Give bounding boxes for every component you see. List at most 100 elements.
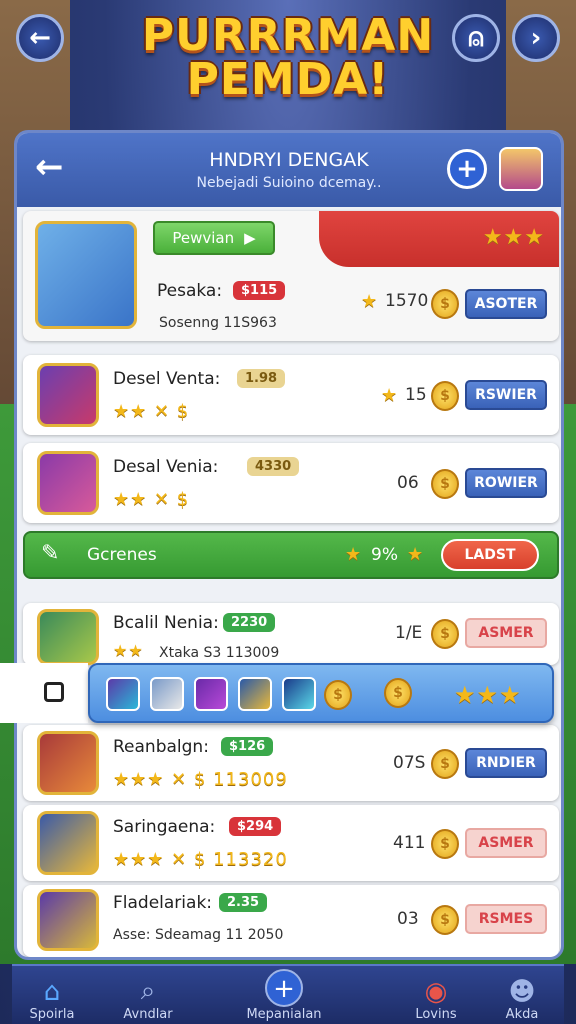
featured-name: Pesaka: <box>157 281 223 301</box>
tab-home[interactable]: ⌂ Spoirla <box>12 977 92 1022</box>
item-value: 1/E <box>395 623 423 643</box>
user-icon: ☻ <box>508 977 536 1007</box>
item-name: Fladelariak: <box>113 893 213 913</box>
featured-value: 1570 <box>385 291 429 311</box>
picker-avatar[interactable] <box>238 677 272 711</box>
item-action-button[interactable]: ASMER <box>465 618 547 648</box>
item-value: 06 <box>397 473 419 493</box>
list-item[interactable]: Reanbalgn: $126 ★★★ ✕ $ 113009 07S $ RND… <box>23 725 559 801</box>
character-thumb <box>37 889 99 951</box>
item-tag: 2.35 <box>219 893 268 912</box>
picker-avatar[interactable] <box>194 677 228 711</box>
list-item[interactable]: Bcalil Nenia: 2230 ★★ Xtaka S3 113009 1/… <box>23 603 559 665</box>
coin-icon: $ <box>431 829 459 859</box>
featured-action-button[interactable]: ASOTER <box>465 289 547 319</box>
coin-icon: $ <box>431 905 459 935</box>
item-name: Desel Venta: <box>113 369 221 389</box>
item-value: 07S <box>393 753 426 773</box>
item-sub: Xtaka S3 113009 <box>159 645 280 661</box>
star-icon: ★ <box>381 385 399 406</box>
search-icon: ⌕ <box>140 976 156 1006</box>
banner-label: Gcrenes <box>87 545 157 565</box>
item-action-button[interactable]: ASMER <box>465 828 547 858</box>
home-icon: ⌂ <box>43 977 61 1007</box>
plus-icon: + <box>456 154 478 184</box>
featured-row[interactable]: Pewvian ▶ ★★★ Pesaka: $115 Sosenng 11S96… <box>23 211 559 341</box>
item-tag: $294 <box>229 817 282 836</box>
banner-stat: 9% <box>371 545 398 565</box>
tab-label: Akda <box>505 1007 539 1022</box>
target-icon: ◉ <box>424 977 448 1007</box>
list-item[interactable]: Desal Venia: 4330 ★★ ✕ $ 06 $ ROWIER <box>23 443 559 523</box>
tab-profile[interactable]: ☻ Akda <box>482 977 562 1022</box>
list-item[interactable]: Saringaena: $294 ★★★ ✕ $ 113320 411 $ AS… <box>23 805 559 881</box>
tab-label: Avndlar <box>123 1007 173 1022</box>
tab-label: Mepanialan <box>246 1007 322 1022</box>
coin-icon: $ <box>384 678 412 708</box>
character-thumb <box>37 811 99 875</box>
banner-star-left-icon: ★ <box>345 544 363 565</box>
item-stars: ★★★ ✕ $ 113320 <box>113 849 288 870</box>
user-avatar[interactable] <box>499 147 543 191</box>
item-value: 03 <box>397 909 419 929</box>
character-thumb <box>37 451 99 515</box>
picker-avatar[interactable] <box>150 677 184 711</box>
featured-character-thumb <box>35 221 137 329</box>
list-item[interactable]: Fladelariak: 2.35 Asse: Sdeamag 11 2050 … <box>23 885 559 957</box>
item-sub: Asse: Sdeamag 11 2050 <box>113 927 284 943</box>
item-name: Desal Venia: <box>113 457 219 477</box>
item-tag: $126 <box>221 737 274 756</box>
play-icon: ▶ <box>244 229 256 247</box>
item-tag: 1.98 <box>237 369 286 388</box>
tab-search[interactable]: ⌕ Avndlar <box>108 976 188 1022</box>
panel-header: ← HNDRYI DENGAK Nebejadi Suioino dcemay.… <box>17 133 561 207</box>
featured-star-icon: ★ <box>361 291 379 312</box>
item-tag: 4330 <box>247 457 300 476</box>
item-value: 411 <box>393 833 426 853</box>
preview-button[interactable]: Pewvian ▶ <box>153 221 275 255</box>
featured-sub: Sosenng 11S963 <box>159 315 277 331</box>
coin-icon: $ <box>431 289 459 319</box>
rewards-banner[interactable]: ✎ Gcrenes ★ 9% ★ LADST <box>23 531 559 579</box>
item-name: Saringaena: <box>113 817 216 837</box>
item-name: Reanbalgn: <box>113 737 209 757</box>
select-checkbox[interactable] <box>44 682 64 702</box>
title-line-1: PURRRMAN <box>141 10 435 61</box>
game-title: PURRRMAN PEMDA! <box>0 14 576 102</box>
title-line-2: PEMDA! <box>186 54 390 105</box>
tab-likes[interactable]: ◉ Lovins <box>396 977 476 1022</box>
featured-stars: ★★★ <box>482 225 545 250</box>
scroll-icon: ✎ <box>41 541 60 566</box>
picker-avatar[interactable] <box>282 677 316 711</box>
coin-icon: $ <box>431 381 459 411</box>
add-button[interactable]: + <box>447 149 487 189</box>
plus-icon: + <box>265 969 303 1007</box>
item-action-button[interactable]: RNDIER <box>465 748 547 778</box>
last-button[interactable]: LADST <box>441 539 539 571</box>
featured-price-tag: $115 <box>233 281 286 300</box>
list-item[interactable]: Desel Venta: 1.98 ★★ ✕ $ ★ 15 $ RSWIER <box>23 355 559 435</box>
main-panel: ← HNDRYI DENGAK Nebejadi Suioino dcemay.… <box>14 130 564 960</box>
picker-avatar[interactable] <box>106 677 140 711</box>
item-value: 15 <box>405 385 427 405</box>
item-action-button[interactable]: ROWIER <box>465 468 547 498</box>
character-thumb <box>37 731 99 795</box>
item-tag: 2230 <box>223 613 276 632</box>
tab-label: Lovins <box>415 1007 457 1022</box>
character-thumb <box>37 363 99 427</box>
featured-rating-ribbon: ★★★ <box>319 211 559 267</box>
coin-icon: $ <box>431 619 459 649</box>
item-stars: ★★ ✕ $ <box>113 489 190 510</box>
picker-stars: ★★★ <box>454 681 522 709</box>
item-name: Bcalil Nenia: <box>113 613 219 633</box>
item-stars: ★★ ✕ $ <box>113 401 190 422</box>
coin-icon: $ <box>324 680 352 710</box>
character-picker-bar[interactable]: $ $ ★★★ <box>88 663 554 723</box>
coin-icon: $ <box>431 749 459 779</box>
tab-label: Spoirla <box>29 1007 75 1022</box>
tab-add[interactable]: + Mepanialan <box>244 969 324 1022</box>
item-action-button[interactable]: RSWIER <box>465 380 547 410</box>
character-thumb <box>37 609 99 665</box>
item-action-button[interactable]: RSMES <box>465 904 547 934</box>
coin-icon: $ <box>431 469 459 499</box>
